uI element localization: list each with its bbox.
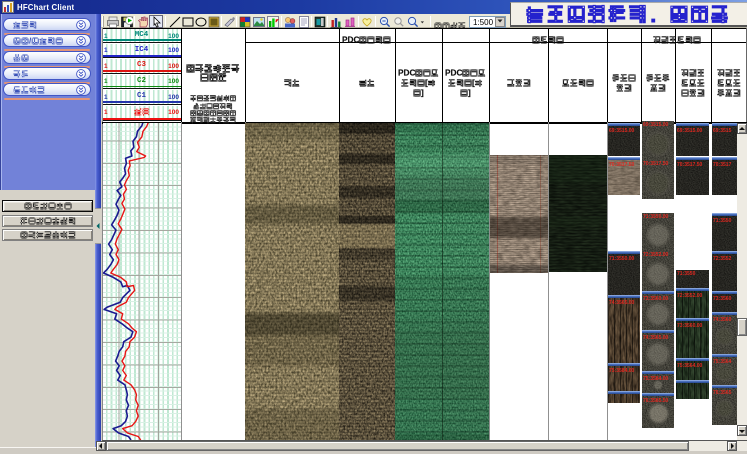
svg-text:[: [ [472,78,475,88]
svg-text:[: [ [425,78,428,88]
svg-text:PDC: PDC [445,68,463,78]
svg-text:PDC: PDC [342,35,360,45]
svg-text:PDC: PDC [398,68,416,78]
svg-text:]: ] [421,88,424,98]
svg-text:/: / [29,35,32,45]
svg-text:]: ] [468,88,471,98]
